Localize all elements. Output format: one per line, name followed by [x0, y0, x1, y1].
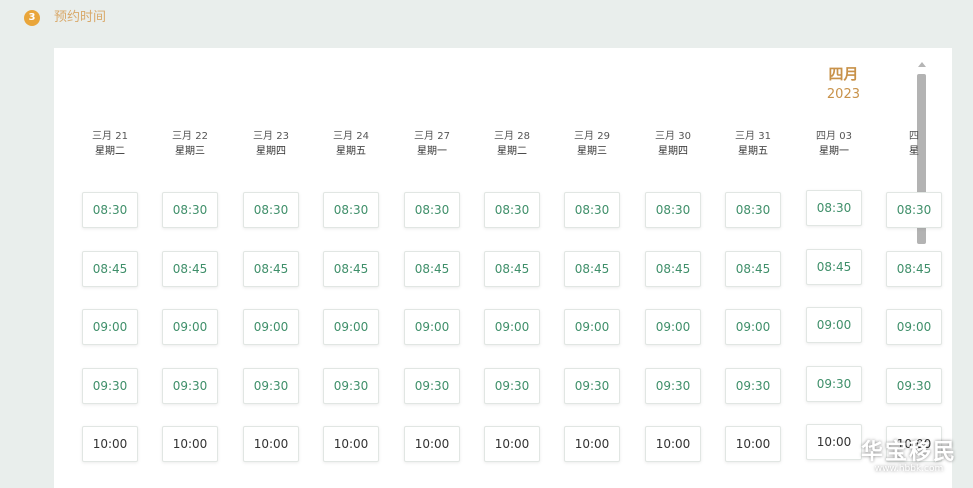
month-indicator: 四月 2023: [827, 64, 860, 104]
time-slot-button[interactable]: 08:45: [725, 251, 781, 287]
day-date: 四月 03: [816, 131, 852, 142]
time-slot-button[interactable]: 09:00: [82, 309, 138, 345]
time-slot-button[interactable]: 08:45: [645, 251, 701, 287]
day-date: 三月 30: [655, 131, 691, 142]
day-weekday: 星期四: [256, 146, 286, 157]
time-slot-button[interactable]: 08:30: [323, 192, 379, 228]
time-slot-button[interactable]: 08:45: [243, 251, 299, 287]
day-weekday: 星期二: [497, 146, 527, 157]
section-title: 预约时间: [54, 10, 107, 25]
day-header: 三月 29 星期三: [561, 130, 623, 159]
time-slot-button[interactable]: 08:30: [162, 192, 218, 228]
day-weekday: 星期二: [95, 146, 125, 157]
day-header: 三月 21 星期二: [79, 130, 141, 159]
time-slot-button[interactable]: 10:00: [162, 426, 218, 462]
time-slot-button[interactable]: 08:30: [243, 192, 299, 228]
day-date: 三月 24: [333, 131, 369, 142]
day-header: 四星: [883, 130, 945, 159]
day-header: 三月 28 星期二: [481, 130, 543, 159]
time-slot-button[interactable]: 09:00: [806, 307, 862, 343]
month-year: 2023: [826, 87, 860, 102]
time-slot-button[interactable]: 08:45: [886, 251, 942, 287]
day-header: 四月 03 星期一: [803, 130, 865, 159]
time-slot-button[interactable]: 08:30: [484, 192, 540, 228]
time-slot-button[interactable]: 09:30: [82, 368, 138, 404]
step-badge: 3: [24, 10, 40, 26]
time-slot-button[interactable]: 08:45: [323, 251, 379, 287]
time-slot-button[interactable]: 09:30: [645, 368, 701, 404]
day-date: 三月 28: [494, 131, 530, 142]
time-slot-button[interactable]: 09:30: [886, 368, 942, 404]
time-slot-button[interactable]: 09:30: [484, 368, 540, 404]
time-slot-button[interactable]: 08:30: [564, 192, 620, 228]
time-slot-button[interactable]: 08:30: [725, 192, 781, 228]
time-slot-button[interactable]: 09:30: [323, 368, 379, 404]
time-slot-button[interactable]: 09:30: [162, 368, 218, 404]
scroll-up-arrow-icon[interactable]: [918, 62, 926, 67]
time-slot-button[interactable]: 10:00: [243, 426, 299, 462]
day-weekday: 星期五: [738, 146, 768, 157]
month-name: 四月: [828, 65, 859, 83]
time-slot-button[interactable]: 08:45: [564, 251, 620, 287]
time-slot-button[interactable]: 10:00: [323, 426, 379, 462]
time-slot-button[interactable]: 09:00: [404, 309, 460, 345]
time-slot-button[interactable]: 09:30: [404, 368, 460, 404]
time-slot-button[interactable]: 09:00: [645, 309, 701, 345]
time-slot-button[interactable]: 09:30: [564, 368, 620, 404]
day-header: 三月 31 星期五: [722, 130, 784, 159]
time-slot-button[interactable]: 08:30: [404, 192, 460, 228]
day-date: 三月 23: [253, 131, 289, 142]
time-slot-button[interactable]: 09:00: [564, 309, 620, 345]
appointment-panel: 四月 2023 三月 21 星期二 08:30 08:45 09:00 09:30 10:0…: [54, 48, 952, 488]
time-slot-button[interactable]: 09:00: [886, 309, 942, 345]
day-weekday: 星期一: [417, 146, 447, 157]
watermark: 华宝移民 www.hbbk.com: [861, 440, 957, 474]
time-slot-button[interactable]: 08:30: [645, 192, 701, 228]
time-slot-button[interactable]: 09:30: [806, 366, 862, 402]
time-slot-button[interactable]: 10:00: [806, 424, 862, 460]
day-header: 三月 24 星期五: [320, 130, 382, 159]
watermark-title: 华宝移民: [860, 439, 957, 465]
day-weekday: 星期五: [336, 146, 366, 157]
day-weekday: 星期三: [175, 146, 205, 157]
day-date: 三月 21: [92, 131, 128, 142]
time-slot-button[interactable]: 09:00: [725, 309, 781, 345]
time-slot-button[interactable]: 10:00: [645, 426, 701, 462]
time-slot-button[interactable]: 08:30: [806, 190, 862, 226]
day-date: 三月 31: [735, 131, 771, 142]
day-date: 三月 29: [574, 131, 610, 142]
day-weekday: 星期四: [658, 146, 688, 157]
time-slot-button[interactable]: 09:00: [162, 309, 218, 345]
time-slot-button[interactable]: 09:00: [323, 309, 379, 345]
time-slot-button[interactable]: 08:30: [82, 192, 138, 228]
section-header: 3 预约时间: [0, 0, 973, 40]
day-weekday: 星期一: [819, 146, 849, 157]
time-slot-button[interactable]: 10:00: [404, 426, 460, 462]
day-header: 三月 30 星期四: [642, 130, 704, 159]
time-slot-button[interactable]: 10:00: [484, 426, 540, 462]
day-date: 四: [909, 131, 919, 142]
time-slot-button[interactable]: 08:45: [82, 251, 138, 287]
time-slot-button[interactable]: 09:00: [243, 309, 299, 345]
time-slot-button[interactable]: 08:45: [806, 249, 862, 285]
time-slot-button[interactable]: 09:30: [243, 368, 299, 404]
time-slot-button[interactable]: 10:00: [82, 426, 138, 462]
day-header: 三月 23 星期四: [240, 130, 302, 159]
time-slot-button[interactable]: 08:45: [404, 251, 460, 287]
day-weekday: 星: [909, 146, 919, 157]
day-date: 三月 27: [414, 131, 450, 142]
watermark-url: www.hbbk.com: [874, 464, 944, 474]
time-slot-button[interactable]: 08:45: [484, 251, 540, 287]
time-slot-button[interactable]: 08:30: [886, 192, 942, 228]
time-slot-button[interactable]: 10:00: [564, 426, 620, 462]
day-header: 三月 27 星期一: [401, 130, 463, 159]
time-slot-button[interactable]: 09:00: [484, 309, 540, 345]
day-header: 三月 22 星期三: [159, 130, 221, 159]
time-slot-button[interactable]: 10:00: [725, 426, 781, 462]
time-slot-button[interactable]: 08:45: [162, 251, 218, 287]
day-weekday: 星期三: [577, 146, 607, 157]
day-date: 三月 22: [172, 131, 208, 142]
time-slot-button[interactable]: 09:30: [725, 368, 781, 404]
